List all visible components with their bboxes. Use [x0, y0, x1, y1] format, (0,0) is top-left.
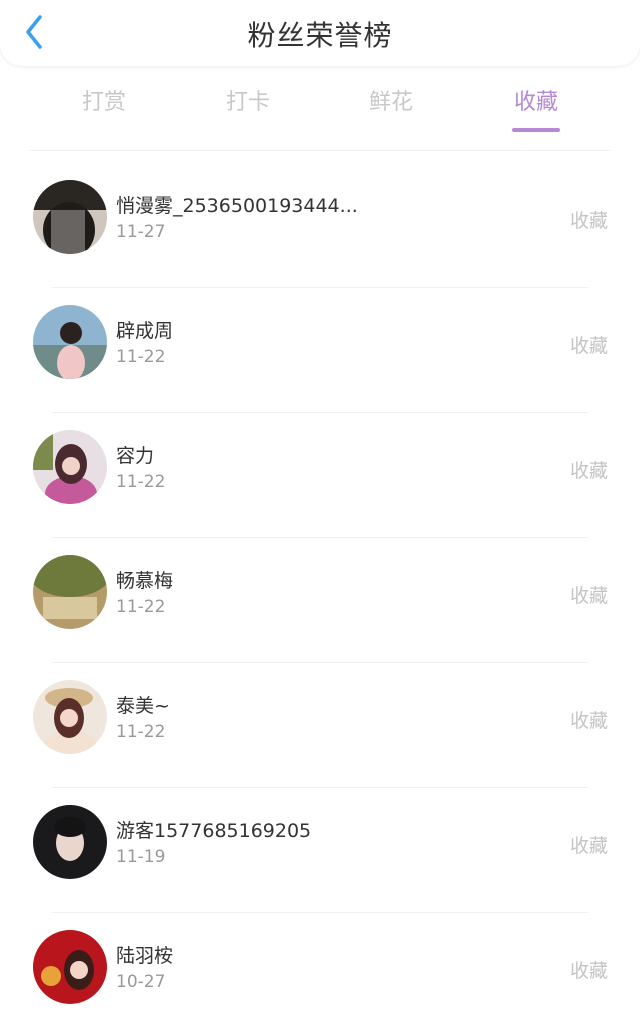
tab-checkin[interactable]: 打卡	[188, 84, 308, 132]
list-item[interactable]: 畅慕梅 11-22 收藏	[0, 530, 640, 654]
fan-name: 游客1577685169205	[116, 820, 312, 842]
fan-name: 泰美~	[116, 695, 170, 717]
avatar[interactable]	[33, 680, 107, 754]
avatar[interactable]	[33, 930, 107, 1004]
fan-date: 11-22	[116, 347, 166, 367]
fan-date: 10-27	[116, 972, 166, 992]
fan-date: 11-19	[116, 847, 166, 867]
fan-name: 悄漫雾_2536500193444...	[116, 195, 358, 217]
list-item[interactable]: 泰美~ 11-22 收藏	[0, 655, 640, 779]
avatar[interactable]	[33, 805, 107, 879]
list-item[interactable]: 陆羽桉 10-27 收藏	[0, 905, 640, 1011]
fan-date: 11-27	[116, 222, 166, 242]
avatar[interactable]	[33, 180, 107, 254]
header-bar: 粉丝荣誉榜	[0, 0, 640, 66]
fan-name: 辟成周	[116, 320, 174, 342]
tab-flowers[interactable]: 鲜花	[331, 84, 451, 132]
fan-date: 11-22	[116, 597, 166, 617]
list-item[interactable]: 容力 11-22 收藏	[0, 405, 640, 529]
tab-label: 鲜花	[368, 90, 413, 115]
fan-date: 11-22	[116, 472, 166, 492]
fan-name: 容力	[116, 445, 155, 467]
favorite-label[interactable]: 收藏	[570, 706, 608, 733]
tab-favorites[interactable]: 收藏	[476, 84, 596, 132]
list-item[interactable]: 游客1577685169205 11-19 收藏	[0, 780, 640, 904]
tab-tips[interactable]: 打赏	[44, 84, 164, 132]
active-tab-indicator	[512, 128, 560, 132]
favorite-label[interactable]: 收藏	[570, 581, 608, 608]
tab-bar: 打赏 打卡 鲜花 收藏	[0, 78, 640, 134]
tab-label: 收藏	[513, 90, 558, 115]
avatar[interactable]	[33, 430, 107, 504]
tab-label: 打卡	[225, 90, 270, 115]
page-title: 粉丝荣誉榜	[247, 19, 393, 52]
favorite-label[interactable]: 收藏	[570, 331, 608, 358]
avatar[interactable]	[33, 555, 107, 629]
favorite-label[interactable]: 收藏	[570, 956, 608, 983]
list-item[interactable]: 悄漫雾_2536500193444... 11-27 收藏	[0, 155, 640, 279]
divider	[30, 150, 610, 151]
fan-name: 陆羽桉	[116, 945, 174, 967]
fan-name: 畅慕梅	[116, 570, 174, 592]
avatar[interactable]	[33, 305, 107, 379]
tab-label: 打赏	[81, 90, 126, 115]
favorite-label[interactable]: 收藏	[570, 831, 608, 858]
fan-date: 11-22	[116, 722, 166, 742]
favorite-label[interactable]: 收藏	[570, 456, 608, 483]
list-item[interactable]: 辟成周 11-22 收藏	[0, 280, 640, 404]
favorite-label[interactable]: 收藏	[570, 206, 608, 233]
